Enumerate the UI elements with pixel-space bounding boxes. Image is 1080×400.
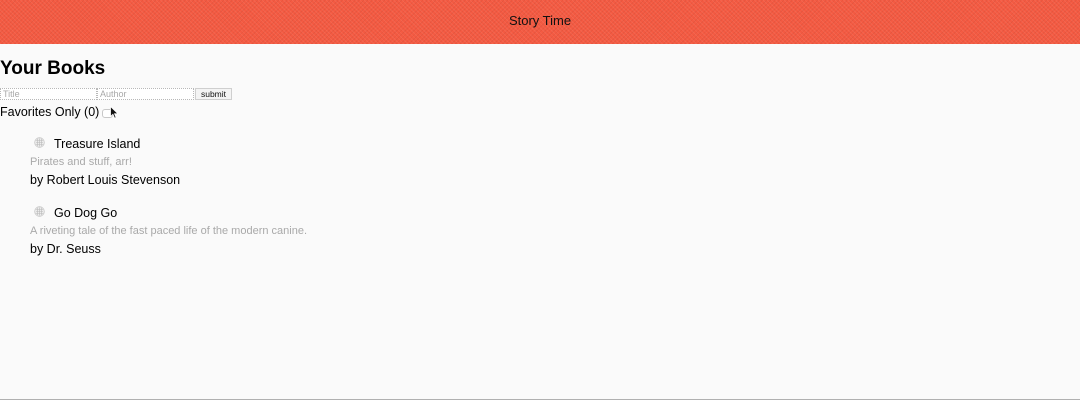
- app-title: Story Time: [508, 13, 572, 28]
- mouse-pointer-icon: [110, 105, 119, 122]
- book-title-row: Go Dog Go: [30, 201, 1080, 221]
- book-author: by Robert Louis Stevenson: [30, 173, 181, 187]
- book-author: by Dr. Seuss: [30, 242, 101, 256]
- book-title: Go Dog Go: [54, 206, 118, 220]
- book-title: Treasure Island: [54, 137, 141, 151]
- page: Story Time Your Books submit Favorites O…: [0, 0, 1080, 400]
- favorites-label: Favorites Only (0): [0, 105, 100, 119]
- submit-button[interactable]: submit: [195, 88, 232, 100]
- book-title-row: Treasure Island: [30, 132, 1080, 152]
- author-input[interactable]: [97, 88, 194, 100]
- add-book-form: submit: [0, 88, 1080, 100]
- book-item: Treasure Island Pirates and stuff, arr! …: [30, 132, 1080, 201]
- book-description: Pirates and stuff, arr!: [30, 156, 132, 168]
- grid-star-icon[interactable]: [34, 204, 45, 217]
- grid-star-icon[interactable]: [34, 135, 45, 148]
- page-title: Your Books: [0, 58, 106, 79]
- book-description: A riveting tale of the fast paced life o…: [30, 225, 308, 237]
- title-input[interactable]: [0, 88, 97, 100]
- app-header: Story Time: [0, 0, 1080, 44]
- book-item: Go Dog Go A riveting tale of the fast pa…: [30, 201, 1080, 270]
- favorites-filter: Favorites Only (0): [0, 104, 1080, 120]
- book-list: Treasure Island Pirates and stuff, arr! …: [30, 132, 1080, 270]
